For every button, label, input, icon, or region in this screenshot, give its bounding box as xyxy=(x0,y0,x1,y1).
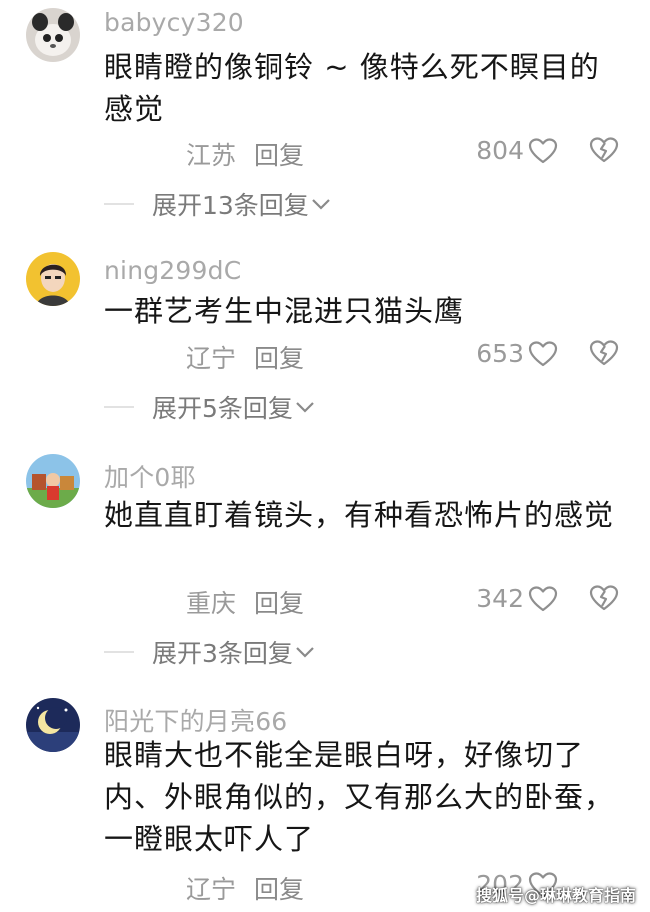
broken-heart-icon xyxy=(589,137,619,163)
expand-replies-label: 展开5条回复 xyxy=(152,394,293,423)
username[interactable]: ning299dC xyxy=(104,256,241,285)
comment-item: babycy320 眼睛瞪的像铜铃 ~ 像特么死不瞑目的感觉 江苏 回复 804 … xyxy=(0,0,650,230)
like-button[interactable]: 653 xyxy=(476,339,558,368)
avatar-image xyxy=(26,698,80,752)
divider-line xyxy=(104,406,134,408)
avatar-image xyxy=(26,8,80,62)
avatar[interactable] xyxy=(26,252,80,306)
location-label: 重庆 xyxy=(186,589,237,618)
watermark: 搜狐号@琳琳教育指南 xyxy=(475,886,636,905)
like-count: 342 xyxy=(476,584,524,613)
like-count: 653 xyxy=(476,339,524,368)
expand-replies[interactable]: 展开13条回复 xyxy=(104,186,333,222)
avatar[interactable] xyxy=(26,454,80,508)
comment-text: 一群艺考生中混进只猫头鹰 xyxy=(104,294,465,328)
broken-heart-icon xyxy=(589,340,619,366)
avatar-image xyxy=(26,252,80,306)
expand-replies-label: 展开13条回复 xyxy=(152,191,309,220)
username[interactable]: 加个0耶 xyxy=(104,458,196,494)
avatar[interactable] xyxy=(26,698,80,752)
avatar-image xyxy=(26,454,80,508)
comment-meta: 重庆 回复 xyxy=(186,584,304,620)
comment-item: 阳光下的月亮66 眼睛大也不能全是眼白呀，好像切了内、外眼角似的，又有那么大的卧… xyxy=(0,694,650,912)
comment-text: 她直直盯着镜头，有种看恐怖片的感觉 xyxy=(104,498,615,532)
location-label: 江苏 xyxy=(186,141,237,170)
chevron-down-icon xyxy=(312,199,330,210)
comment-item: 加个0耶 她直直盯着镜头，有种看恐怖片的感觉 重庆 回复 342 展开3条回复 xyxy=(0,448,650,678)
comment-item: ning299dC 一群艺考生中混进只猫头鹰 辽宁 回复 653 展开5条回复 xyxy=(0,248,650,438)
expand-replies-label: 展开3条回复 xyxy=(152,639,293,668)
dislike-button[interactable] xyxy=(588,584,620,616)
chevron-down-icon xyxy=(296,402,314,413)
dislike-button[interactable] xyxy=(588,339,620,371)
reply-button[interactable]: 回复 xyxy=(254,875,304,904)
heart-icon xyxy=(528,137,558,163)
comment-text: 眼睛瞪的像铜铃 ~ 像特么死不瞑目的感觉 xyxy=(104,50,600,126)
location-label: 辽宁 xyxy=(186,344,237,373)
comment-text: 眼睛大也不能全是眼白呀，好像切了内、外眼角似的，又有那么大的卧蚕，一瞪眼太吓人了 xyxy=(104,738,615,856)
expand-replies[interactable]: 展开5条回复 xyxy=(104,389,317,425)
reply-button[interactable]: 回复 xyxy=(254,141,304,170)
reply-button[interactable]: 回复 xyxy=(254,344,304,373)
heart-icon xyxy=(528,585,558,611)
like-button[interactable]: 804 xyxy=(476,136,558,165)
broken-heart-icon xyxy=(589,585,619,611)
chevron-down-icon xyxy=(296,647,314,658)
comment-meta: 辽宁 回复 xyxy=(186,870,304,906)
expand-replies[interactable]: 展开3条回复 xyxy=(104,634,317,670)
comment-meta: 辽宁 回复 xyxy=(186,339,304,375)
divider-line xyxy=(104,651,134,653)
like-button[interactable]: 342 xyxy=(476,584,558,613)
location-label: 辽宁 xyxy=(186,875,237,904)
like-count: 804 xyxy=(476,136,524,165)
comment-meta: 江苏 回复 xyxy=(186,136,304,172)
username[interactable]: babycy320 xyxy=(104,8,244,37)
divider-line xyxy=(104,203,134,205)
avatar[interactable] xyxy=(26,8,80,62)
username[interactable]: 阳光下的月亮66 xyxy=(104,702,287,738)
heart-icon xyxy=(528,340,558,366)
reply-button[interactable]: 回复 xyxy=(254,589,304,618)
dislike-button[interactable] xyxy=(588,136,620,168)
